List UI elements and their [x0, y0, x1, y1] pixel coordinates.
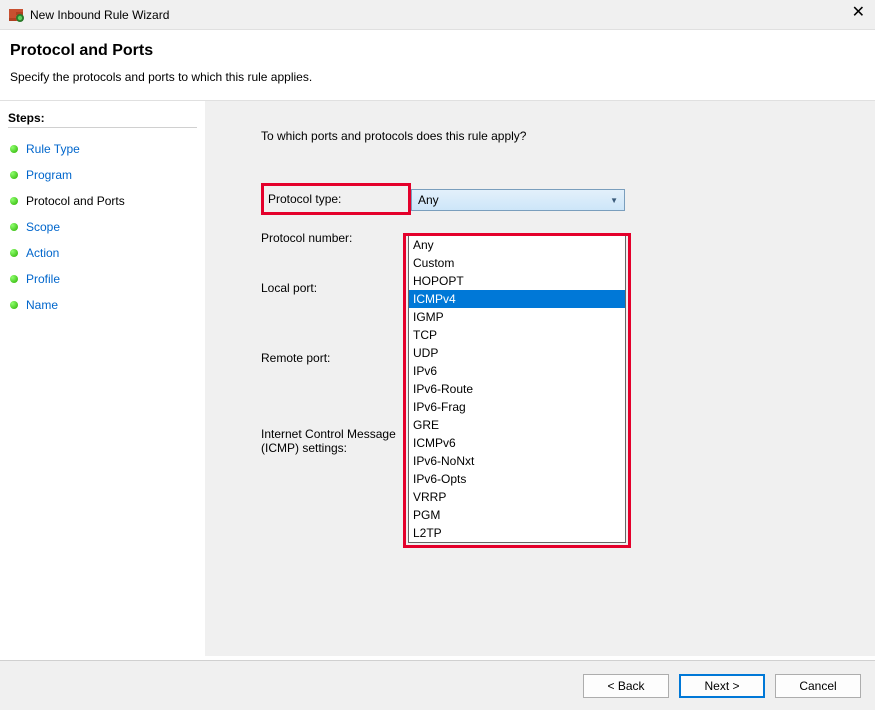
protocol-option-ipv6-route[interactable]: IPv6-Route [409, 380, 625, 398]
protocol-option-any[interactable]: Any [409, 236, 625, 254]
step-label: Profile [26, 272, 60, 286]
protocol-option-igmp[interactable]: IGMP [409, 308, 625, 326]
protocol-option-udp[interactable]: UDP [409, 344, 625, 362]
step-item-program[interactable]: Program [8, 162, 197, 188]
protocol-option-icmpv4[interactable]: ICMPv4 [409, 290, 625, 308]
steps-sidebar: Steps: Rule Type Program Protocol and Port… [0, 101, 205, 656]
step-item-protocol-and-ports[interactable]: Protocol and Ports [8, 188, 197, 214]
page-heading: Protocol and Ports [10, 42, 865, 60]
main-panel: To which ports and protocols does this r… [205, 101, 875, 656]
step-item-rule-type[interactable]: Rule Type [8, 136, 197, 162]
cancel-button[interactable]: Cancel [775, 674, 861, 698]
back-button[interactable]: < Back [583, 674, 669, 698]
step-bullet-icon [10, 301, 18, 309]
label-protocol-type: Protocol type: [261, 183, 411, 215]
wizard-header: Protocol and Ports Specify the protocols… [0, 30, 875, 92]
protocol-type-dropdown: AnyCustomHOPOPTICMPv4IGMPTCPUDPIPv6IPv6-… [408, 235, 626, 543]
protocol-type-select-wrap: Any ▼ AnyCustomHOPOPTICMPv4IGMPTCPUDPIPv… [411, 189, 625, 211]
step-item-scope[interactable]: Scope [8, 214, 197, 240]
page-subtext: Specify the protocols and ports to which… [10, 70, 865, 84]
protocol-option-pgm[interactable]: PGM [409, 506, 625, 524]
step-label: Name [26, 298, 58, 312]
protocol-option-gre[interactable]: GRE [409, 416, 625, 434]
titlebar: New Inbound Rule Wizard ✕ [0, 0, 875, 30]
step-item-action[interactable]: Action [8, 240, 197, 266]
protocol-option-ipv6-nonxt[interactable]: IPv6-NoNxt [409, 452, 625, 470]
wizard-footer: < Back Next > Cancel [0, 660, 875, 710]
steps-header: Steps: [8, 111, 197, 128]
protocol-option-icmpv6[interactable]: ICMPv6 [409, 434, 625, 452]
protocol-option-ipv6-frag[interactable]: IPv6-Frag [409, 398, 625, 416]
step-label: Scope [26, 220, 60, 234]
protocol-option-tcp[interactable]: TCP [409, 326, 625, 344]
step-label: Action [26, 246, 59, 260]
protocol-type-select[interactable]: Any ▼ [411, 189, 625, 211]
step-label: Rule Type [26, 142, 80, 156]
step-bullet-icon [10, 275, 18, 283]
step-bullet-icon [10, 171, 18, 179]
step-item-name[interactable]: Name [8, 292, 197, 318]
protocol-option-ipv6-opts[interactable]: IPv6-Opts [409, 470, 625, 488]
close-icon[interactable]: ✕ [852, 5, 865, 21]
protocol-option-l2tp[interactable]: L2TP [409, 524, 625, 542]
label-icmp-settings: Internet Control Message (ICMP) settings… [261, 425, 411, 455]
protocol-option-custom[interactable]: Custom [409, 254, 625, 272]
step-label: Protocol and Ports [26, 194, 125, 208]
step-bullet-icon [10, 223, 18, 231]
protocol-type-value: Any [418, 193, 439, 207]
chevron-down-icon: ▼ [610, 196, 618, 205]
next-button[interactable]: Next > [679, 674, 765, 698]
protocol-option-vrrp[interactable]: VRRP [409, 488, 625, 506]
firewall-icon [8, 7, 24, 23]
label-local-port: Local port: [261, 279, 411, 295]
step-label: Program [26, 168, 72, 182]
protocol-option-hopopt[interactable]: HOPOPT [409, 272, 625, 290]
label-protocol-number: Protocol number: [261, 229, 411, 245]
window-title: New Inbound Rule Wizard [30, 8, 169, 22]
label-remote-port: Remote port: [261, 349, 411, 365]
step-bullet-icon [10, 145, 18, 153]
step-bullet-icon [10, 197, 18, 205]
protocol-option-ipv6[interactable]: IPv6 [409, 362, 625, 380]
intro-text: To which ports and protocols does this r… [261, 129, 855, 143]
step-item-profile[interactable]: Profile [8, 266, 197, 292]
step-bullet-icon [10, 249, 18, 257]
